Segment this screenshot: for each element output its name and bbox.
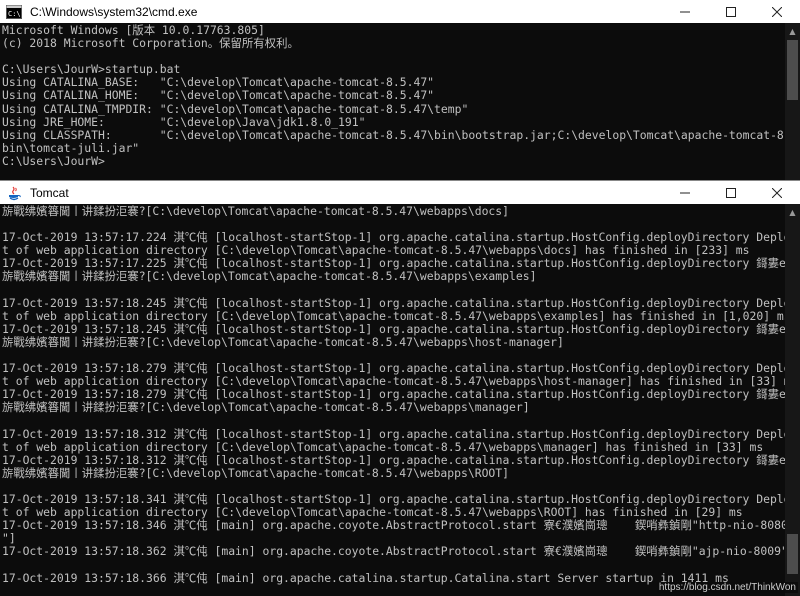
scroll-up-icon[interactable]: ▲: [785, 204, 800, 220]
minimize-button[interactable]: [662, 181, 708, 204]
console-line: Using JRE_HOME: "C:\develop\Java\jdk1.8.…: [2, 115, 366, 129]
console-line: t of web application directory [C:\devel…: [2, 244, 750, 258]
console-line: 17-Oct-2019 13:57:17.224 淇℃伅 [localhost-…: [2, 231, 785, 245]
console-line: (c) 2018 Microsoft Corporation。保留所有权利。: [2, 37, 299, 51]
tomcat-scrollbar[interactable]: ▲: [785, 204, 800, 596]
minimize-button[interactable]: [662, 0, 708, 23]
console-line: t of web application directory [C:\devel…: [2, 506, 743, 520]
cmd-titlebar[interactable]: C:\ C:\Windows\system32\cmd.exe: [0, 0, 800, 23]
cmd-scroll-thumb[interactable]: [787, 40, 798, 100]
console-line: "]: [2, 532, 16, 546]
watermark-text: https://blog.csdn.net/ThinkWon: [656, 582, 798, 593]
console-line: 旂戰绋嬪簭閫丨讲鍒扮洰褰?[C:\develop\Tomcat\apache-t…: [2, 205, 510, 218]
console-line: 17-Oct-2019 13:57:18.312 淇℃伅 [localhost-…: [2, 453, 785, 467]
console-line: 17-Oct-2019 13:57:17.225 淇℃伅 [localhost-…: [2, 257, 785, 271]
svg-text:C:\: C:\: [8, 10, 21, 18]
console-line: C:\Users\JourW>startup.bat: [2, 63, 181, 77]
maximize-icon: [726, 187, 736, 198]
tomcat-scroll-thumb[interactable]: [787, 534, 798, 574]
console-line: 17-Oct-2019 13:57:18.279 淇℃伅 [localhost-…: [2, 362, 785, 376]
close-button[interactable]: [754, 181, 800, 204]
minimize-icon: [680, 192, 690, 193]
console-line: Using CATALINA_HOME: "C:\develop\Tomcat\…: [2, 89, 435, 103]
cmd-app-icon: C:\: [6, 4, 22, 20]
console-line: 17-Oct-2019 13:57:18.312 淇℃伅 [localhost-…: [2, 427, 785, 441]
scroll-up-icon[interactable]: ▲: [785, 23, 800, 39]
cmd-window-title: C:\Windows\system32\cmd.exe: [30, 4, 198, 19]
console-line: 17-Oct-2019 13:57:18.279 淇℃伅 [localhost-…: [2, 388, 785, 402]
minimize-icon: [680, 11, 690, 12]
console-line: 17-Oct-2019 13:57:18.245 淇℃伅 [localhost-…: [2, 296, 785, 310]
maximize-button[interactable]: [708, 181, 754, 204]
console-line: Using CLASSPATH: "C:\develop\Tomcat\apac…: [2, 128, 785, 142]
cmd-console-output[interactable]: Microsoft Windows [版本 10.0.17763.805] (c)…: [0, 23, 785, 182]
close-icon: [772, 187, 782, 198]
console-line: 旂戰绋嬪簭閫丨讲鍒扮洰褰?[C:\develop\Tomcat\apache-t…: [2, 466, 510, 480]
tomcat-window: Tomcat 旂戰绋嬪簭閫丨讲鍒扮洰褰?[C:\develop\Tomcat\a…: [0, 180, 800, 596]
console-line: Using CATALINA_TMPDIR: "C:\develop\Tomca…: [2, 102, 469, 116]
console-line: 旂戰绋嬪簭閫丨讲鍒扮洰褰?[C:\develop\Tomcat\apache-t…: [2, 401, 530, 415]
console-line: Using CATALINA_BASE: "C:\develop\Tomcat\…: [2, 76, 435, 90]
java-app-icon: [6, 185, 22, 201]
maximize-button[interactable]: [708, 0, 754, 23]
console-line: t of web application directory [C:\devel…: [2, 309, 785, 323]
cmd-scrollbar[interactable]: ▲: [785, 23, 800, 182]
tomcat-titlebar[interactable]: Tomcat: [0, 181, 800, 204]
console-line: 17-Oct-2019 13:57:18.245 淇℃伅 [localhost-…: [2, 322, 785, 336]
console-line: t of web application directory [C:\devel…: [2, 440, 764, 454]
close-icon: [772, 6, 782, 17]
console-line: bin\tomcat-juli.jar": [2, 141, 140, 155]
console-line: 17-Oct-2019 13:57:18.346 淇℃伅 [main] org.…: [2, 519, 785, 533]
tomcat-window-title: Tomcat: [30, 185, 69, 200]
close-button[interactable]: [754, 0, 800, 23]
console-line: C:\Users\JourW>: [2, 154, 105, 168]
console-line: 17-Oct-2019 13:57:18.362 淇℃伅 [main] org.…: [2, 545, 785, 559]
maximize-icon: [726, 6, 736, 17]
cmd-window: C:\ C:\Windows\system32\cmd.exe Microsof…: [0, 0, 800, 182]
console-line: 旂戰绋嬪簭閫丨讲鍒扮洰褰?[C:\develop\Tomcat\apache-t…: [2, 335, 564, 349]
console-line: 17-Oct-2019 13:57:18.341 淇℃伅 [localhost-…: [2, 493, 785, 507]
console-line: t of web application directory [C:\devel…: [2, 375, 785, 389]
console-line: 旂戰绋嬪簭閫丨讲鍒扮洰褰?[C:\develop\Tomcat\apache-t…: [2, 270, 537, 284]
console-line: Microsoft Windows [版本 10.0.17763.805]: [2, 24, 265, 37]
tomcat-console-output[interactable]: 旂戰绋嬪簭閫丨讲鍒扮洰褰?[C:\develop\Tomcat\apache-t…: [0, 204, 785, 596]
